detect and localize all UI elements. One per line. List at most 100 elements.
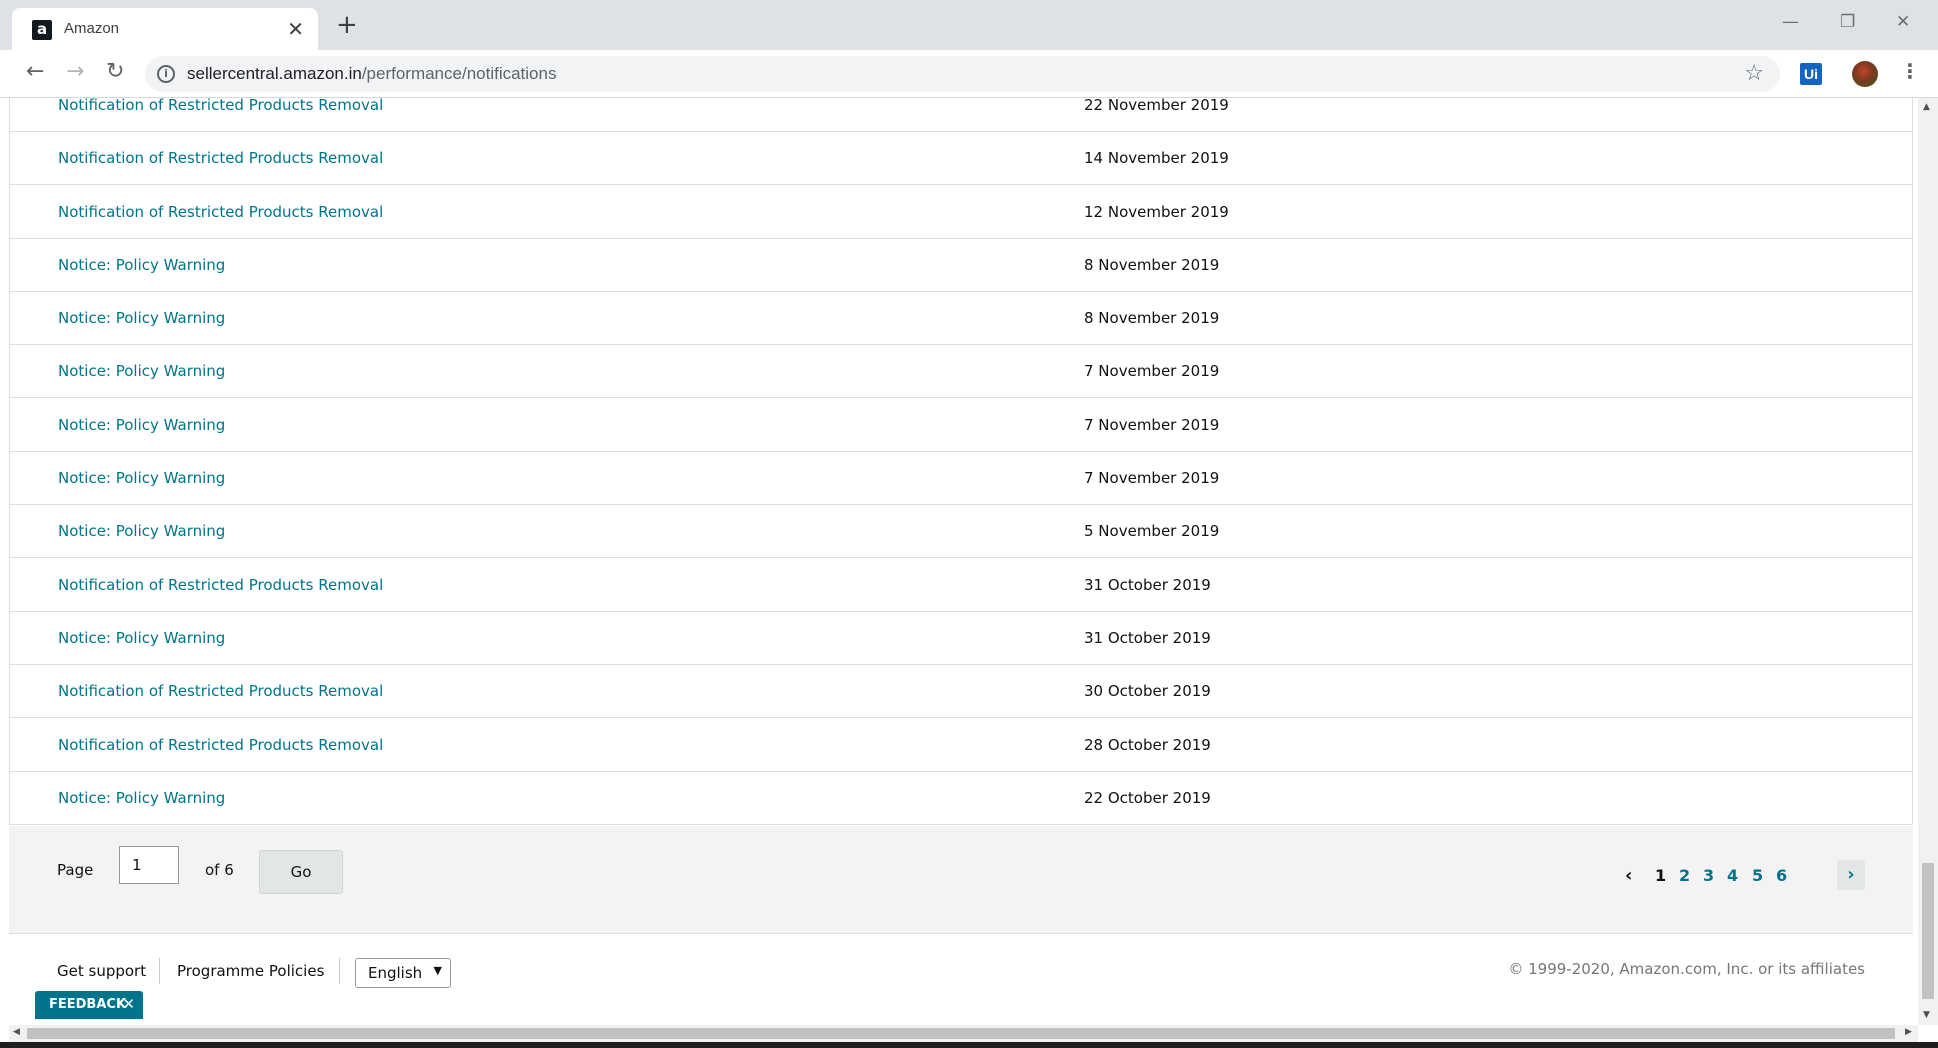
notification-date: 8 November 2019 [1084,309,1220,328]
scrollbar-thumb[interactable] [27,1028,1895,1039]
browser-menu-icon[interactable]: ⋮ [1900,59,1920,83]
scrollbar-thumb[interactable] [1922,863,1934,999]
taskbar [0,1042,1938,1048]
programme-policies-link[interactable]: Programme Policies [177,962,324,980]
url-domain: sellercentral.amazon.in [187,64,362,83]
page-content: Notification of Restricted Products Remo… [0,98,1918,1025]
notification-date: 7 November 2019 [1084,469,1220,488]
notification-link[interactable]: Notice: Policy Warning [58,309,225,327]
notification-date: 31 October 2019 [1084,628,1211,647]
feedback-label: FEEDBACK [49,997,127,1012]
go-button[interactable]: Go [259,850,343,894]
page-link-6[interactable]: 6 [1776,866,1787,885]
page-footer: Get support Programme Policies English ▼… [9,934,1913,1025]
browser-titlebar: a Amazon ✕ + — ❐ ✕ [0,0,1938,50]
site-info-icon[interactable]: i [157,65,175,83]
page-link-5[interactable]: 5 [1752,866,1763,885]
next-page-icon[interactable]: › [1837,860,1865,890]
notification-date: 14 November 2019 [1084,149,1229,168]
notification-link[interactable]: Notification of Restricted Products Remo… [58,682,383,700]
footer-divider [339,958,340,984]
table-row: Notification of Restricted Products Remo… [10,665,1912,719]
notification-link[interactable]: Notice: Policy Warning [58,522,225,540]
notification-link[interactable]: Notice: Policy Warning [58,416,225,434]
notification-date: 30 October 2019 [1084,682,1211,701]
table-row: Notification of Restricted Products Remo… [10,718,1912,772]
page-total-label: of 6 [205,861,234,879]
notification-date: 5 November 2019 [1084,522,1220,541]
table-row: Notice: Policy Warning 22 October 2019 [10,772,1912,825]
language-value: English [368,964,423,982]
browser-tab[interactable]: a Amazon ✕ [12,8,318,50]
url-path: /performance/notifications [361,64,557,83]
feedback-close-icon[interactable]: ✕ [122,995,135,1013]
table-row: Notice: Policy Warning 5 November 2019 [10,505,1912,559]
table-row: Notice: Policy Warning 31 October 2019 [10,612,1912,665]
table-row: Notice: Policy Warning 8 November 2019 [10,292,1912,346]
new-tab-icon[interactable]: + [336,12,358,38]
table-row: Notice: Policy Warning 8 November 2019 [10,239,1912,292]
back-icon[interactable]: ← [26,60,44,84]
window-close-icon[interactable]: ✕ [1896,12,1910,32]
page-link-3[interactable]: 3 [1703,866,1714,885]
notification-date: 22 November 2019 [1084,98,1229,114]
table-row: Notification of Restricted Products Remo… [10,558,1912,612]
reload-icon[interactable]: ↻ [106,60,124,84]
notification-link[interactable]: Notice: Policy Warning [58,469,225,487]
notification-date: 31 October 2019 [1084,575,1211,594]
tab-close-icon[interactable]: ✕ [287,17,304,41]
footer-divider [159,958,160,984]
scroll-left-icon[interactable]: ◀ [13,1027,20,1037]
page-label: Page [57,861,94,879]
notifications-list: Notification of Restricted Products Remo… [9,98,1913,825]
copyright-text: © 1999-2020, Amazon.com, Inc. or its aff… [1508,960,1865,978]
notification-link[interactable]: Notification of Restricted Products Remo… [58,98,383,114]
dropdown-caret-icon: ▼ [433,964,442,977]
horizontal-scrollbar[interactable]: ◀ ▶ [9,1025,1918,1042]
notification-link[interactable]: Notification of Restricted Products Remo… [58,736,383,754]
notification-link[interactable]: Notification of Restricted Products Remo… [58,576,383,594]
notification-link[interactable]: Notification of Restricted Products Remo… [58,203,383,221]
notification-date: 12 November 2019 [1084,202,1229,221]
table-row: Notification of Restricted Products Remo… [10,98,1912,132]
profile-avatar[interactable] [1852,61,1878,87]
table-row: Notice: Policy Warning 7 November 2019 [10,452,1912,506]
page-link-4[interactable]: 4 [1727,866,1738,885]
notification-link[interactable]: Notice: Policy Warning [58,629,225,647]
page-number-input[interactable] [119,846,179,884]
address-bar[interactable]: i sellercentral.amazon.in/performance/no… [145,56,1780,92]
feedback-button[interactable]: FEEDBACK ✕ [35,991,143,1019]
tab-title: Amazon [64,20,120,37]
amazon-favicon-icon: a [32,20,52,40]
page-link-1[interactable]: 1 [1655,866,1666,885]
notification-date: 28 October 2019 [1084,735,1211,754]
minimize-icon[interactable]: — [1782,12,1799,32]
get-support-link[interactable]: Get support [57,962,146,980]
page-link-2[interactable]: 2 [1679,866,1690,885]
notification-link[interactable]: Notice: Policy Warning [58,256,225,274]
notification-date: 8 November 2019 [1084,255,1220,274]
language-select[interactable]: English ▼ [355,958,451,988]
table-row: Notice: Policy Warning 7 November 2019 [10,398,1912,452]
table-row: Notification of Restricted Products Remo… [10,132,1912,186]
notification-link[interactable]: Notice: Policy Warning [58,362,225,380]
notification-link[interactable]: Notice: Policy Warning [58,789,225,807]
vertical-scrollbar[interactable]: ▲ ▼ [1918,98,1938,1025]
uipath-extension-icon[interactable]: Ui [1800,63,1822,85]
scroll-down-icon[interactable]: ▼ [1923,1010,1930,1020]
table-row: Notice: Policy Warning 7 November 2019 [10,345,1912,399]
scroll-right-icon[interactable]: ▶ [1905,1027,1912,1037]
scroll-up-icon[interactable]: ▲ [1923,102,1930,112]
forward-icon[interactable]: → [66,60,84,84]
previous-page-icon[interactable]: ‹ [1625,865,1632,886]
notification-date: 7 November 2019 [1084,415,1220,434]
table-row: Notification of Restricted Products Remo… [10,185,1912,239]
browser-toolbar: ← → ↻ i sellercentral.amazon.in/performa… [0,50,1938,98]
notification-link[interactable]: Notification of Restricted Products Remo… [58,149,383,167]
pagination-bar: Page of 6 Go ‹ › 123456 [9,826,1913,934]
notification-date: 7 November 2019 [1084,362,1220,381]
notification-date: 22 October 2019 [1084,788,1211,807]
bookmark-star-icon[interactable]: ☆ [1744,61,1764,86]
url-text[interactable]: sellercentral.amazon.in/performance/noti… [187,64,556,84]
restore-icon[interactable]: ❐ [1840,12,1855,32]
